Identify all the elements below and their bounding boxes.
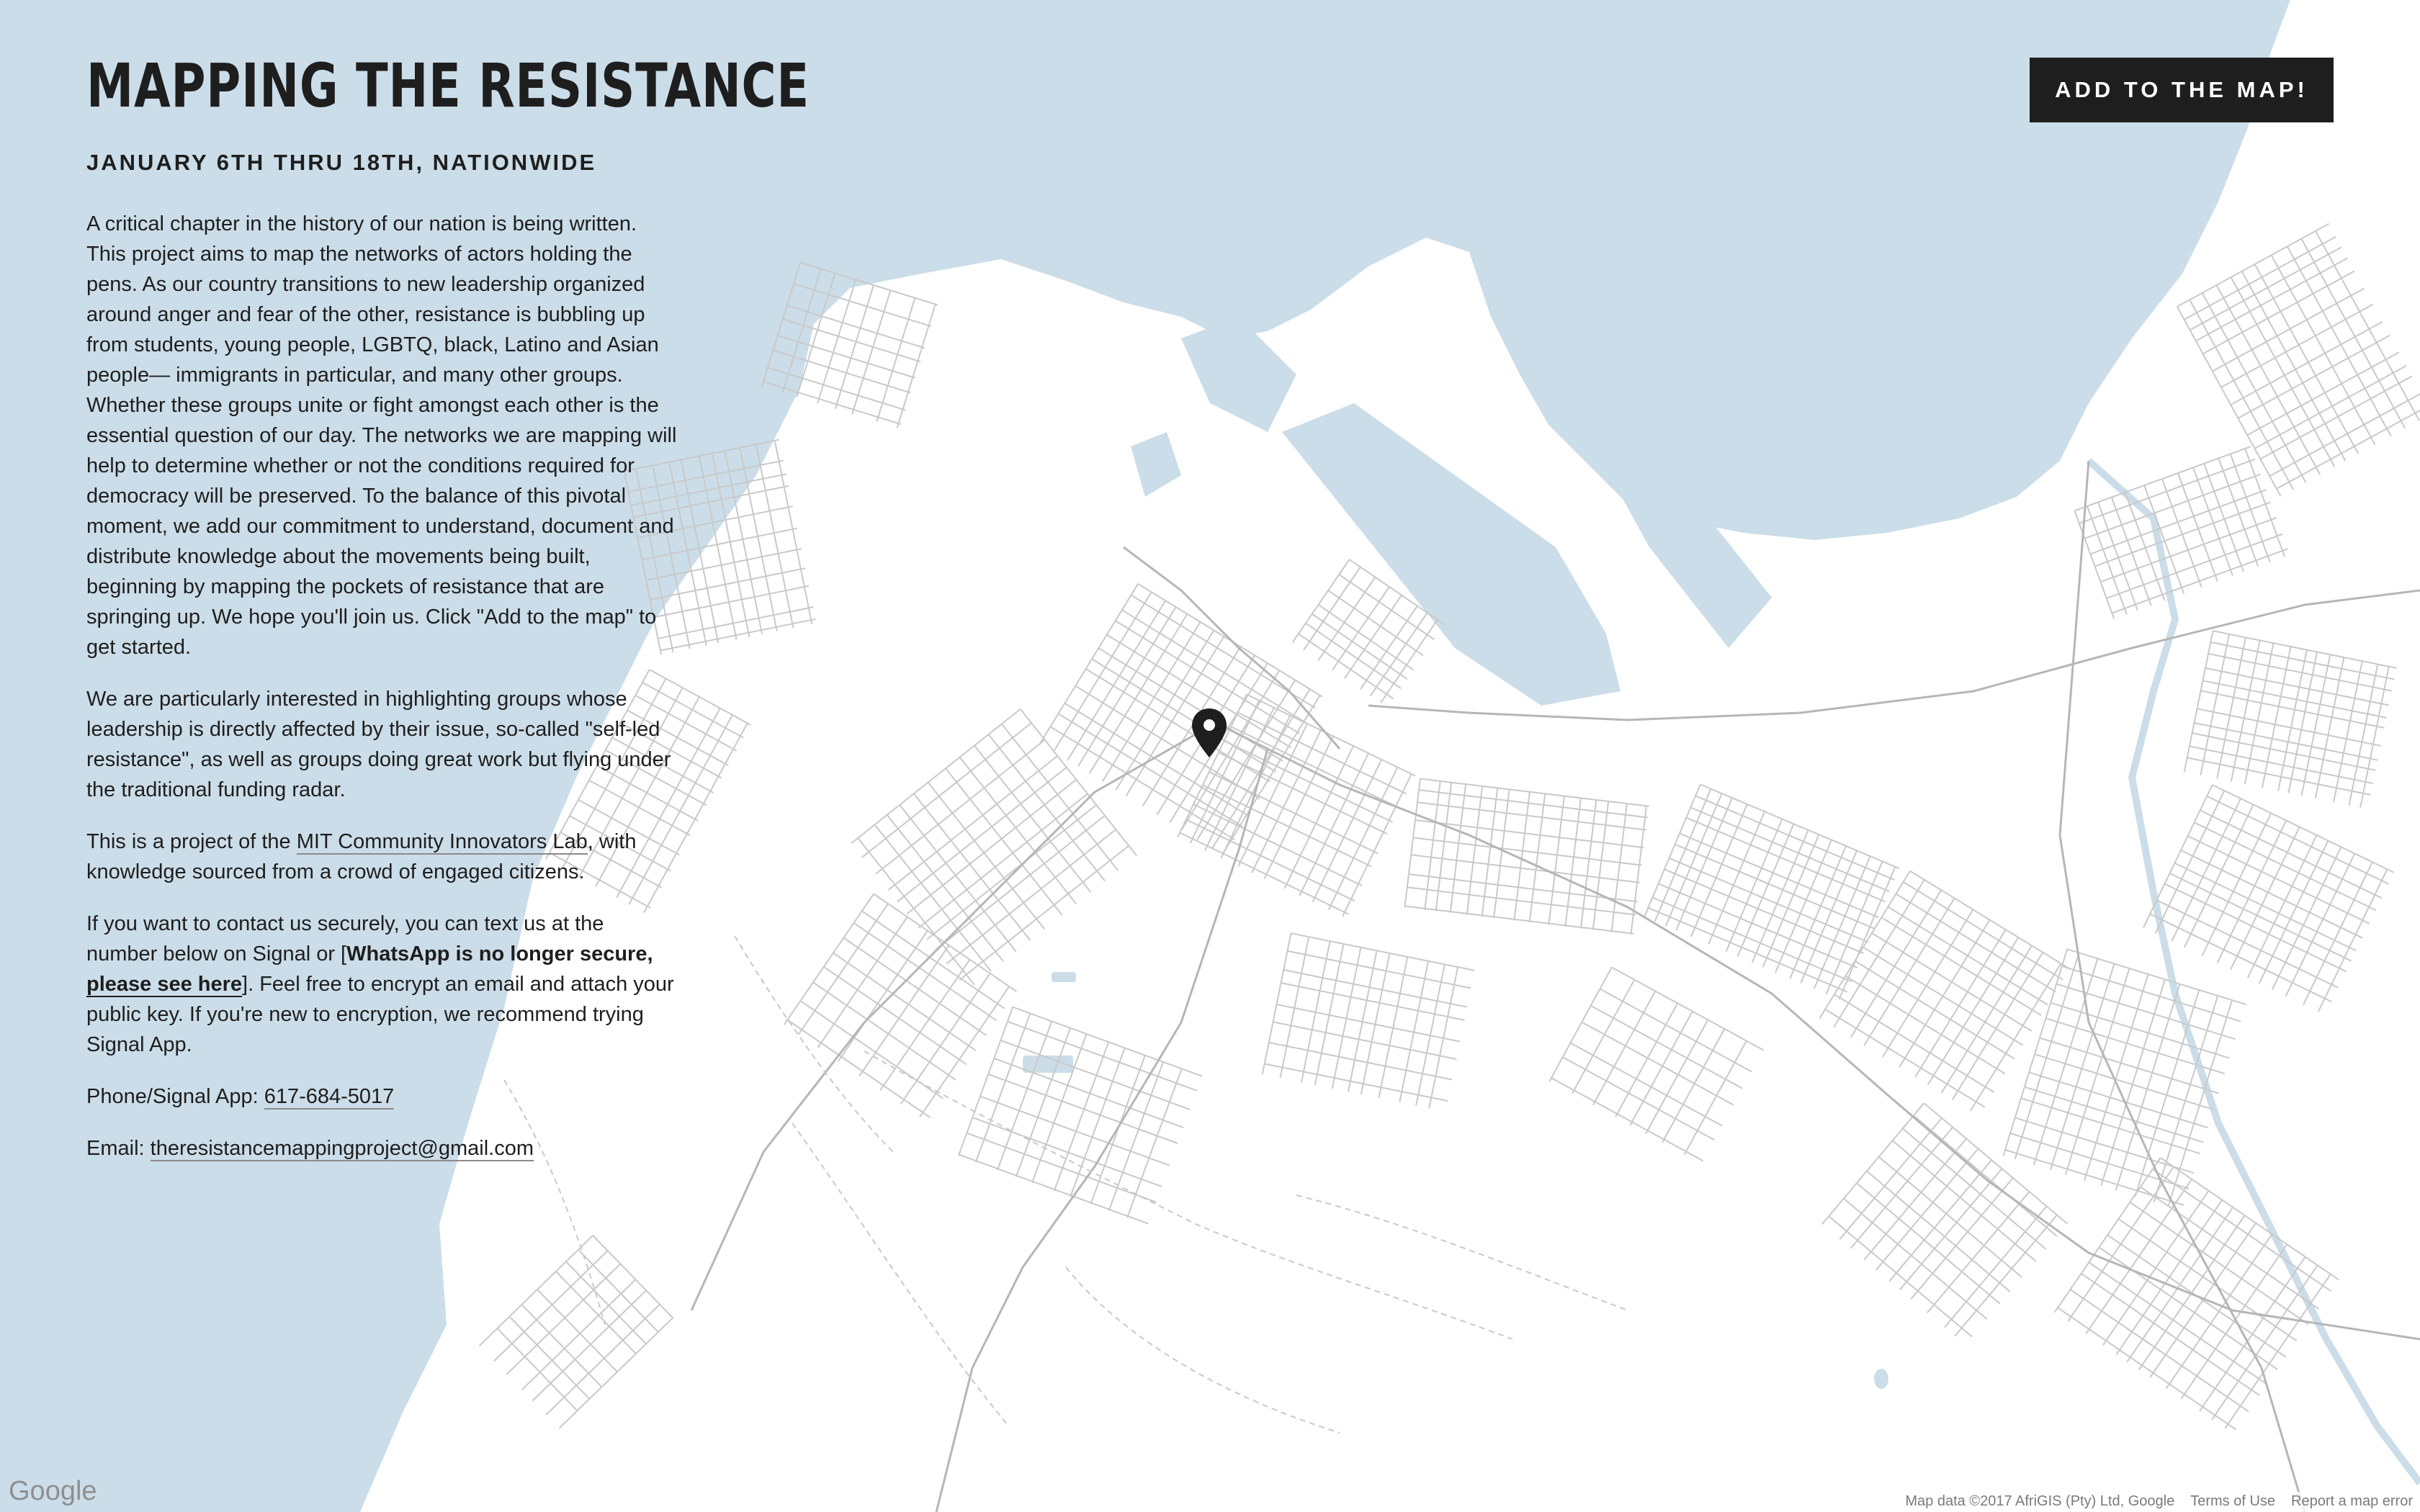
map-data-credit: Map data ©2017 AfriGIS (Pty) Ltd, Google bbox=[1905, 1493, 2175, 1509]
email-link[interactable]: theresistancemappingproject@gmail.com bbox=[150, 1137, 534, 1161]
project-text-before: This is a project of the bbox=[86, 830, 297, 853]
event-dates: JANUARY 6TH THRU 18TH, NATIONWIDE bbox=[86, 150, 597, 175]
whatsapp-warning: WhatsApp is no longer secure, bbox=[346, 942, 653, 966]
phone-link[interactable]: 617-684-5017 bbox=[264, 1085, 395, 1110]
google-logo: Google bbox=[9, 1476, 97, 1506]
terms-of-use-link[interactable]: Terms of Use bbox=[2190, 1493, 2275, 1509]
map-attribution-bar: Map data ©2017 AfriGIS (Pty) Ltd, Google… bbox=[1895, 1492, 2420, 1512]
mit-colab-link[interactable]: MIT Community Innovators Lab bbox=[296, 830, 588, 855]
info-panel: MAPPING THE RESISTANCE JANUARY 6TH THRU … bbox=[86, 50, 810, 1185]
pond-2 bbox=[1052, 972, 1076, 982]
pond-3 bbox=[1874, 1369, 1888, 1389]
intro-paragraph: A critical chapter in the history of our… bbox=[86, 212, 677, 659]
contact-paragraph: If you want to contact us securely, you … bbox=[86, 909, 677, 1060]
email-line: Email: theresistancemappingproject@gmail… bbox=[86, 1133, 677, 1164]
phone-label: Phone/Signal App: bbox=[86, 1085, 264, 1108]
project-paragraph: This is a project of the MIT Community I… bbox=[86, 827, 677, 887]
phone-line: Phone/Signal App: 617-684-5017 bbox=[86, 1081, 677, 1112]
whatsapp-info-link[interactable]: please see here bbox=[86, 973, 243, 997]
report-error-link[interactable]: Report a map error bbox=[2291, 1493, 2413, 1509]
map-page: MAPPING THE RESISTANCE JANUARY 6TH THRU … bbox=[0, 0, 2420, 1512]
page-title: MAPPING THE RESISTANCE bbox=[86, 50, 810, 121]
interest-paragraph: We are particularly interested in highli… bbox=[86, 688, 671, 801]
add-to-map-button[interactable]: ADD TO THE MAP! bbox=[2030, 58, 2334, 122]
map-pin-icon[interactable] bbox=[1189, 707, 1229, 759]
email-label: Email: bbox=[86, 1137, 151, 1160]
